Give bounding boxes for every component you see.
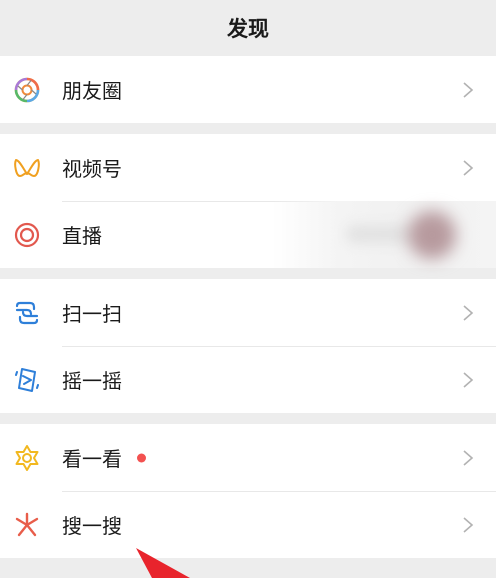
- menu-item-label: 扫一扫: [62, 302, 122, 326]
- page-title: 发现: [227, 17, 269, 41]
- chevron-right-icon: [462, 304, 474, 322]
- top-bar: 发现: [0, 0, 496, 56]
- channels-group: 视频号 直播: [0, 134, 496, 268]
- menu-item-moments[interactable]: 朋友圈: [0, 56, 496, 123]
- top-stories-icon: [13, 444, 41, 472]
- menu-item-shake[interactable]: 摇一摇: [0, 346, 496, 413]
- chevron-right-icon: [462, 159, 474, 177]
- menu-item-scan[interactable]: 扫一扫: [0, 279, 496, 346]
- search-icon: [13, 511, 41, 539]
- unread-dot-badge: [137, 453, 146, 462]
- pointer-arrow-icon: [132, 548, 202, 578]
- shake-icon: [13, 366, 41, 394]
- chevron-right-icon: [462, 81, 474, 99]
- discover-group: 看一看 搜一搜: [0, 424, 496, 558]
- menu-item-channels[interactable]: 视频号: [0, 134, 496, 201]
- tools-group: 扫一扫 摇一摇: [0, 279, 496, 413]
- live-preview-blurred: [272, 201, 496, 268]
- divider: [62, 491, 496, 492]
- menu-item-label: 直播: [62, 224, 102, 248]
- menu-item-live[interactable]: 直播: [0, 201, 496, 268]
- menu-item-label: 看一看: [62, 447, 122, 471]
- moments-group: 朋友圈: [0, 56, 496, 123]
- menu-item-label: 视频号: [62, 157, 122, 181]
- chevron-right-icon: [462, 371, 474, 389]
- chevron-right-icon: [462, 516, 474, 534]
- scan-icon: [13, 299, 41, 327]
- menu-item-search[interactable]: 搜一搜: [0, 491, 496, 558]
- menu-item-label: 朋友圈: [62, 79, 122, 103]
- divider: [62, 346, 496, 347]
- menu-item-label: 摇一摇: [62, 369, 122, 393]
- channels-icon: [13, 154, 41, 182]
- menu-item-label: 搜一搜: [62, 514, 122, 538]
- menu-item-top-stories[interactable]: 看一看: [0, 424, 496, 491]
- chevron-right-icon: [462, 449, 474, 467]
- live-icon: [13, 221, 41, 249]
- moments-icon: [13, 76, 41, 104]
